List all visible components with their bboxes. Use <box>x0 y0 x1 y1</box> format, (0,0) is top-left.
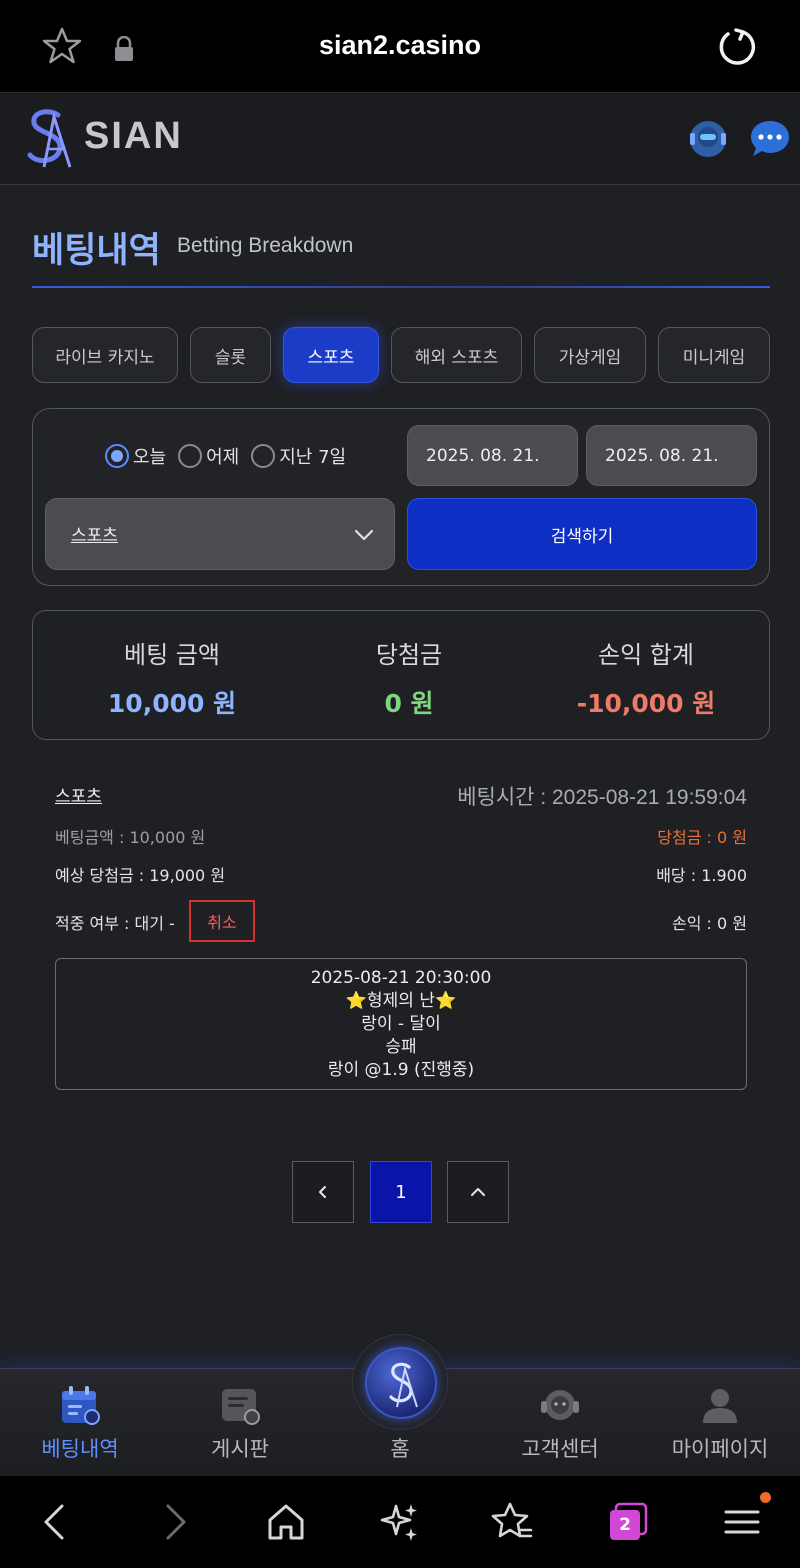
radio-yesterday-label: 어제 <box>206 447 240 468</box>
nav-customer-center-label: 고객센터 <box>521 1437 599 1461</box>
summary-profit-label: 손익 합계 <box>598 641 694 669</box>
board-icon <box>222 1389 260 1425</box>
nav-board-label: 게시판 <box>211 1437 269 1461</box>
user-icon <box>703 1389 737 1423</box>
bet-time: 베팅시간 : 2025-08-21 19:59:04 <box>457 786 747 809</box>
summary-bet-value: 10,000 원 <box>107 689 237 718</box>
nav-my-page-label: 마이페이지 <box>671 1437 769 1461</box>
bet-detail-box: 2025-08-21 20:30:00 ⭐형제의 난⭐ 랑이 - 달이 승패 랑… <box>55 958 747 1090</box>
tab-count: 2 <box>619 1515 631 1535</box>
scroll-top-button[interactable] <box>447 1161 509 1223</box>
nav-home-label: 홈 <box>390 1437 410 1461</box>
notification-dot <box>760 1492 771 1503</box>
summary-bet-label: 베팅 금액 <box>124 641 220 669</box>
radio-yesterday[interactable]: 어제 <box>178 443 239 469</box>
summary-win-value: 0 원 <box>384 689 434 718</box>
summary-profit-value: -10,000 원 <box>576 689 716 718</box>
sparkle-icon[interactable] <box>378 1500 422 1544</box>
radio-last-7-days[interactable]: 지난 7일 <box>251 443 346 469</box>
tab-mini-game[interactable]: 미니게임 <box>658 327 770 383</box>
radio-checked-icon[interactable] <box>105 444 129 468</box>
bet-expected-winnings: 예상 당첨금 : 19,000 원 <box>55 866 226 885</box>
page-number-button[interactable]: 1 <box>370 1161 432 1223</box>
summary-panel: 베팅 금액 10,000 원 당첨금 0 원 손익 합계 -10,000 원 <box>32 610 770 740</box>
bet-detail-event: ⭐형제의 난⭐ <box>345 991 457 1011</box>
back-icon[interactable] <box>34 1500 78 1544</box>
category-select-value: 스포츠 <box>71 526 118 546</box>
bet-amount: 베팅금액 : 10,000 원 <box>55 828 206 847</box>
nav-customer-center[interactable]: 고객센터 <box>480 1369 640 1477</box>
summary-win-label: 당첨금 <box>375 641 443 669</box>
forward-icon[interactable] <box>152 1500 196 1544</box>
bet-detail-match: 랑이 - 달이 <box>361 1014 441 1034</box>
cancel-bet-button[interactable]: 취소 <box>189 900 255 942</box>
tab-overseas-sports[interactable]: 해외 스포츠 <box>391 327 522 383</box>
date-range-radio-group: 오늘 어제 지난 7일 <box>105 443 346 469</box>
radio-today[interactable]: 오늘 <box>105 443 166 469</box>
radio-last-7-days-label: 지난 7일 <box>279 447 347 468</box>
browser-bottom-bar: 2 <box>0 1476 800 1568</box>
agent-icon[interactable] <box>686 117 730 161</box>
reload-icon[interactable] <box>716 26 758 68</box>
category-select[interactable]: 스포츠 <box>45 498 395 570</box>
title-divider <box>32 286 770 288</box>
bet-detail-market: 승패 <box>385 1037 417 1057</box>
bet-status: 적중 여부 : 대기 - <box>55 914 175 933</box>
tab-slot[interactable]: 슬롯 <box>190 327 271 383</box>
bet-winnings: 당첨금 : 0 원 <box>657 828 747 847</box>
site-header: SIAN <box>0 92 800 185</box>
sian-logo-icon[interactable] <box>20 107 78 169</box>
nav-betting-history-label: 베팅내역 <box>41 1437 119 1461</box>
bet-category: 스포츠 <box>55 787 102 807</box>
chevron-left-icon <box>319 1186 326 1198</box>
calendar-icon <box>62 1386 100 1425</box>
chevron-up-icon <box>471 1188 485 1196</box>
bet-odds: 배당 : 1.900 <box>656 866 747 885</box>
menu-icon[interactable] <box>720 1500 764 1544</box>
radio-today-label: 오늘 <box>133 447 167 468</box>
tab-live-casino[interactable]: 라이브 카지노 <box>32 327 178 383</box>
radio-unchecked-icon[interactable] <box>251 444 276 468</box>
home-button[interactable] <box>352 1334 448 1430</box>
browser-top-bar: sian2.casino <box>0 0 800 92</box>
page-title: 베팅내역 <box>32 231 161 271</box>
home-logo-icon <box>365 1347 437 1419</box>
radio-unchecked-icon[interactable] <box>178 444 203 468</box>
page-subtitle: Betting Breakdown <box>177 234 354 257</box>
date-to-field[interactable]: 2025. 08. 21. <box>586 425 757 486</box>
chevron-down-icon <box>354 529 374 541</box>
prev-page-button[interactable] <box>292 1161 354 1223</box>
nav-my-page[interactable]: 마이페이지 <box>640 1369 800 1477</box>
logo-text[interactable]: SIAN <box>84 115 183 158</box>
address-bar-url[interactable]: sian2.casino <box>0 30 800 61</box>
tab-sports[interactable]: 스포츠 <box>283 327 379 383</box>
date-from-field[interactable]: 2025. 08. 21. <box>407 425 578 486</box>
bookmarks-icon[interactable] <box>490 1500 534 1544</box>
bet-detail-datetime: 2025-08-21 20:30:00 <box>310 968 492 988</box>
bet-profit: 손익 : 0 원 <box>672 914 747 933</box>
summary-profit: 손익 합계 -10,000 원 <box>523 635 769 720</box>
support-agent-icon <box>541 1390 579 1420</box>
chat-bubble-icon[interactable] <box>748 117 792 161</box>
tab-virtual-game[interactable]: 가상게임 <box>534 327 646 383</box>
filter-panel: 오늘 어제 지난 7일 2025. 08. 21. 2025. 08. 21. … <box>32 408 770 586</box>
home-icon[interactable] <box>264 1500 308 1544</box>
bet-detail-pick: 랑이 @1.9 (진행중) <box>327 1060 475 1080</box>
summary-bet-amount: 베팅 금액 10,000 원 <box>49 635 295 720</box>
nav-betting-history[interactable]: 베팅내역 <box>0 1369 160 1477</box>
tabs-button[interactable]: 2 <box>604 1498 652 1546</box>
search-button[interactable]: 검색하기 <box>407 498 757 570</box>
nav-board[interactable]: 게시판 <box>160 1369 320 1477</box>
summary-winnings: 당첨금 0 원 <box>286 635 532 720</box>
